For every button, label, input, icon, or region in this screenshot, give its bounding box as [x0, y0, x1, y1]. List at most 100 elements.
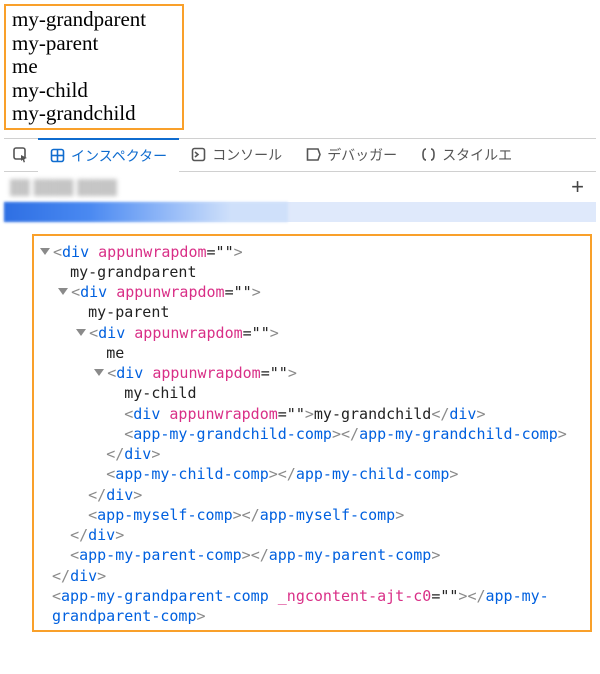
dom-line[interactable]: grandparent-comp> — [40, 606, 586, 626]
code-token-angle: < — [124, 405, 133, 423]
code-token-txt — [107, 283, 116, 301]
code-token-angle: > — [476, 405, 485, 423]
code-token-tag: div — [449, 405, 476, 423]
code-token-tag: div — [116, 364, 143, 382]
dom-line[interactable]: </div> — [40, 485, 586, 505]
expand-twisty-icon[interactable] — [94, 369, 104, 376]
code-token-txt: my-grandchild — [314, 405, 431, 423]
code-token-txt — [143, 364, 152, 382]
tab-inspector[interactable]: インスペクター — [38, 138, 179, 172]
code-token-angle: < — [71, 283, 80, 301]
code-token-tag: app-myself-comp — [260, 506, 395, 524]
code-token-tag: app-my-grandparent-comp — [61, 587, 269, 605]
dom-line[interactable]: <div appunwrapdom=""> — [40, 282, 586, 302]
code-token-attr: appunwrapdom — [116, 283, 224, 301]
dom-line[interactable]: <div appunwrapdom=""> — [40, 363, 586, 383]
dom-line[interactable]: </div> — [40, 444, 586, 464]
code-token-tag: app-my- — [486, 587, 549, 605]
code-token-txt — [269, 587, 278, 605]
code-token-angle: > — [558, 425, 567, 443]
code-token-tag: div — [62, 243, 89, 261]
dom-line[interactable]: </div> — [40, 566, 586, 586]
code-token-angle: > — [233, 506, 242, 524]
code-token-angle: < — [106, 465, 115, 483]
code-token-angle: </ — [88, 486, 106, 504]
tab-console[interactable]: コンソール — [179, 138, 294, 172]
dom-line[interactable]: <div appunwrapdom=""> — [40, 323, 586, 343]
code-token-tag: div — [88, 526, 115, 544]
code-token-angle: > — [395, 506, 404, 524]
dom-line[interactable]: my-child — [40, 383, 586, 403]
dom-line[interactable]: <app-myself-comp></app-myself-comp> — [40, 505, 586, 525]
code-token-angle: < — [53, 243, 62, 261]
code-token-txt: my-parent — [88, 303, 169, 321]
add-tab-button[interactable]: + — [565, 174, 590, 200]
code-token-tag: app-my-child-comp — [296, 465, 450, 483]
expand-twisty-icon[interactable] — [58, 288, 68, 295]
code-token-txt: ="" — [431, 587, 458, 605]
code-token-attr: appunwrapdom — [152, 364, 260, 382]
console-icon — [191, 147, 206, 162]
dom-line[interactable]: </div> — [40, 525, 586, 545]
expand-twisty-icon[interactable] — [40, 248, 50, 255]
expand-twisty-icon[interactable] — [76, 329, 86, 336]
code-token-angle: </ — [341, 425, 359, 443]
dom-line[interactable]: <div appunwrapdom="">my-grandchild</div> — [40, 404, 586, 424]
dom-line[interactable]: <app-my-grandchild-comp></app-my-grandch… — [40, 424, 586, 444]
dom-line[interactable]: my-grandparent — [40, 262, 586, 282]
code-token-txt: ="" — [261, 364, 288, 382]
breadcrumb-strip — [4, 202, 596, 222]
dom-line[interactable]: <app-my-grandparent-comp _ngcontent-ajt-… — [40, 586, 586, 606]
code-token-angle: < — [89, 324, 98, 342]
code-token-angle: > — [269, 465, 278, 483]
code-token-tag: app-my-parent-comp — [269, 546, 432, 564]
tab-label: スタイルエ — [442, 145, 512, 165]
code-token-angle: > — [449, 465, 458, 483]
dom-tree[interactable]: <div appunwrapdom=""> my-grandparent <di… — [32, 234, 592, 633]
pick-element-button[interactable] — [4, 138, 38, 172]
code-token-txt: my-grandparent — [70, 263, 196, 281]
dom-line[interactable]: <app-my-child-comp></app-my-child-comp> — [40, 464, 586, 484]
code-token-angle: > — [332, 425, 341, 443]
code-token-angle: </ — [52, 567, 70, 585]
code-token-txt: my-child — [124, 384, 196, 402]
code-token-tag: app-my-child-comp — [115, 465, 269, 483]
dom-line[interactable]: <app-my-parent-comp></app-my-parent-comp… — [40, 545, 586, 565]
pick-element-icon — [12, 146, 30, 164]
code-token-txt: ="" — [225, 283, 252, 301]
debugger-icon — [306, 147, 321, 162]
code-token-angle: > — [197, 607, 206, 625]
code-token-angle: > — [234, 243, 243, 261]
dom-line[interactable]: <div appunwrapdom=""> — [40, 242, 586, 262]
style-editor-icon — [421, 147, 436, 162]
code-token-angle: > — [288, 364, 297, 382]
code-token-angle: < — [88, 506, 97, 524]
code-token-angle: </ — [467, 587, 485, 605]
code-token-tag: div — [106, 486, 133, 504]
code-token-tag: app-my-grandchild-comp — [359, 425, 558, 443]
blurred-text: ██ ████ ████ — [10, 179, 117, 195]
code-token-attr: appunwrapdom — [134, 324, 242, 342]
code-token-angle: > — [97, 567, 106, 585]
output-line: me — [12, 55, 176, 79]
blurred-breadcrumb — [4, 202, 288, 222]
code-token-angle: </ — [278, 465, 296, 483]
code-token-angle: </ — [70, 526, 88, 544]
code-token-angle: > — [431, 546, 440, 564]
output-line: my-child — [12, 79, 176, 103]
code-token-angle: < — [52, 587, 61, 605]
tab-label: インスペクター — [71, 146, 167, 166]
code-token-tag: div — [133, 405, 160, 423]
tab-style-editor[interactable]: スタイルエ — [409, 138, 524, 172]
tab-debugger[interactable]: デバッガー — [294, 138, 409, 172]
code-token-tag: div — [98, 324, 125, 342]
dom-line[interactable]: my-parent — [40, 302, 586, 322]
output-line: my-grandparent — [12, 8, 176, 32]
dom-line[interactable]: me — [40, 343, 586, 363]
code-token-tag: div — [124, 445, 151, 463]
code-token-angle: </ — [431, 405, 449, 423]
code-token-tag: app-myself-comp — [97, 506, 232, 524]
output-line: my-grandchild — [12, 102, 176, 126]
code-token-tag: div — [80, 283, 107, 301]
code-token-tag: app-my-grandchild-comp — [133, 425, 332, 443]
